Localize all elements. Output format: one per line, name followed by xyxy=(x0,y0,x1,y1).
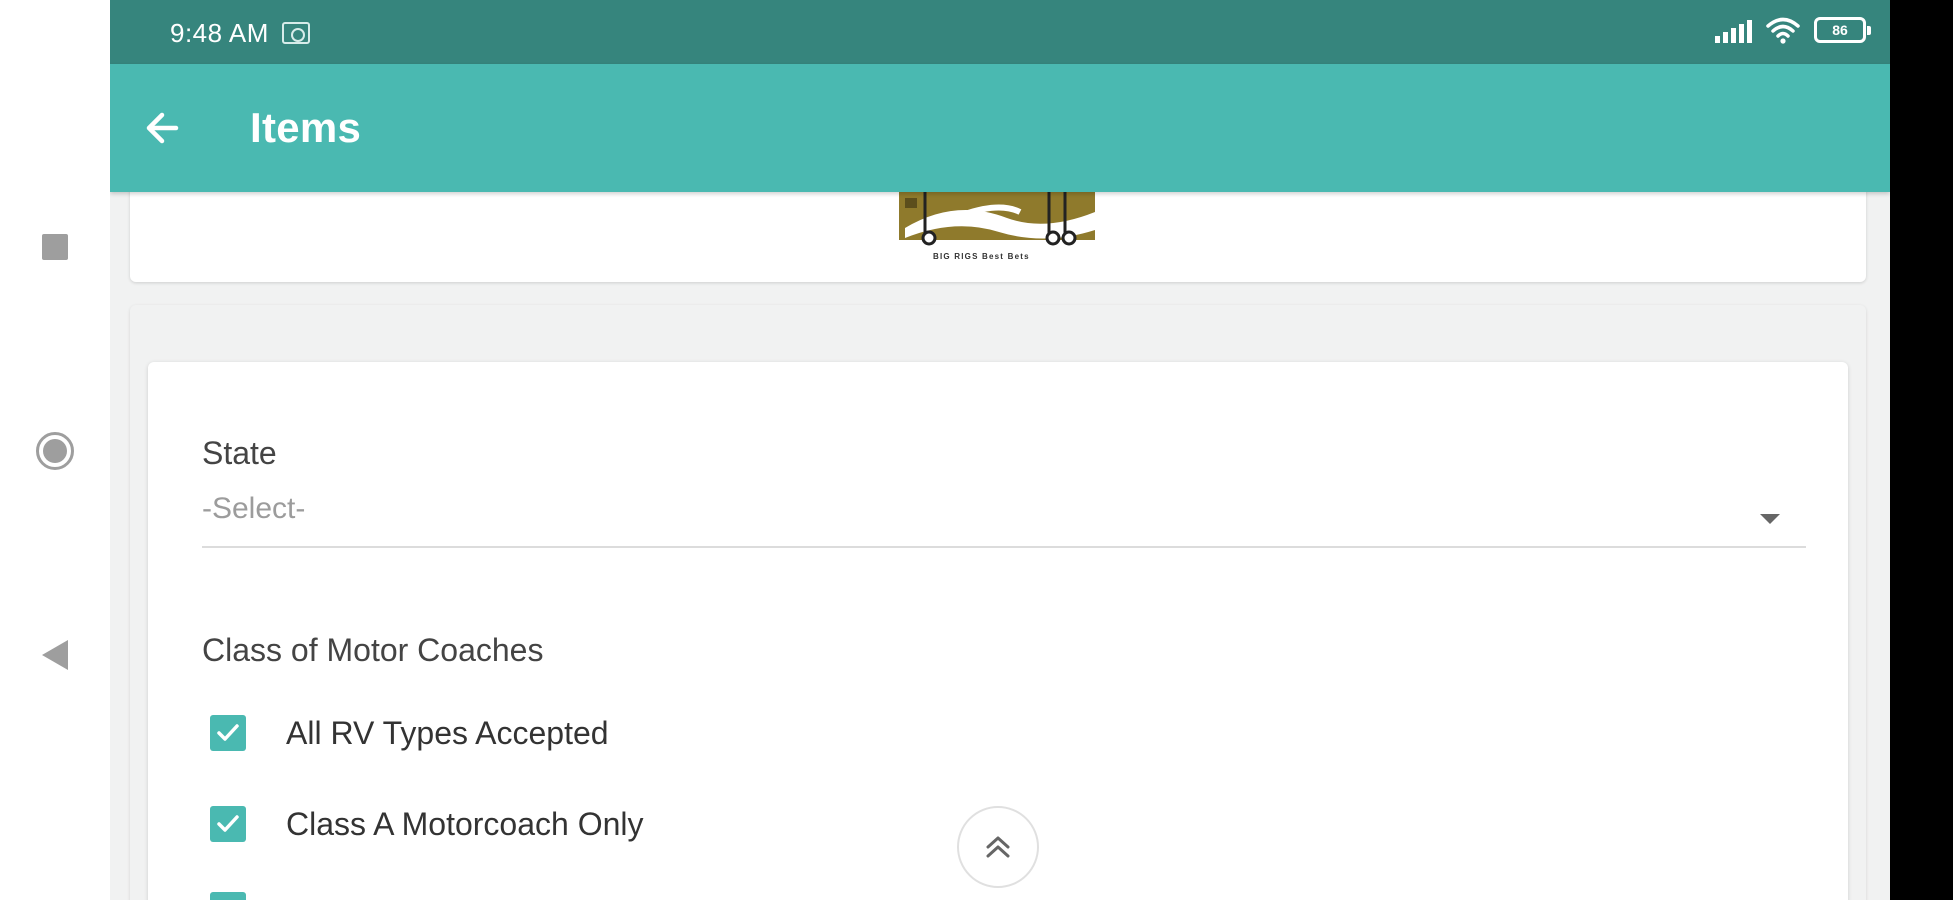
battery-icon: 86 xyxy=(1814,17,1871,43)
recents-square-icon xyxy=(42,234,68,260)
state-label: State xyxy=(202,435,277,471)
checkbox-label: All RV Types Accepted xyxy=(286,714,609,751)
state-dropdown-value: -Select- xyxy=(202,492,306,525)
status-bar: 9:48 AM 86 xyxy=(110,0,1890,64)
check-icon xyxy=(217,724,239,741)
page-title: Items xyxy=(250,104,362,151)
state-dropdown[interactable]: -Select- xyxy=(202,488,1806,548)
screen-edge xyxy=(1890,0,1953,900)
class-of-motor-coaches-label: Class of Motor Coaches xyxy=(202,632,544,668)
double-chevron-up-icon xyxy=(986,836,1010,858)
back-triangle-icon xyxy=(42,640,68,670)
checkbox-label: Class A Motorcoach Only xyxy=(286,805,644,842)
caret-down-icon xyxy=(1760,514,1780,524)
photo-icon xyxy=(282,22,310,44)
scroll-to-top-button[interactable] xyxy=(957,806,1039,888)
home-circle-icon xyxy=(36,432,74,470)
check-icon xyxy=(217,815,239,832)
checkbox-row-all-rv-types[interactable]: All RV Types Accepted xyxy=(210,711,609,755)
big-rigs-logo: BIG RIGS Best Bets xyxy=(895,192,1100,268)
wifi-icon xyxy=(1766,17,1800,44)
recents-button[interactable] xyxy=(30,222,80,272)
status-time: 9:48 AM xyxy=(170,18,269,48)
arrow-left-icon xyxy=(146,112,179,144)
checkbox-checked[interactable] xyxy=(210,806,246,842)
nav-back-button[interactable] xyxy=(30,630,80,680)
home-button[interactable] xyxy=(30,426,80,476)
checkbox-checked[interactable] xyxy=(210,715,246,751)
app-bar: Items xyxy=(110,64,1890,192)
navigation-rail xyxy=(0,0,110,900)
checkbox-row-class-a[interactable]: Class A Motorcoach Only xyxy=(210,802,643,846)
battery-level: 86 xyxy=(1832,22,1848,38)
back-button[interactable] xyxy=(134,100,190,156)
signal-icon xyxy=(1715,17,1752,43)
app-screen: 9:48 AM 86 Items BIG RIGS Best Bets Stat… xyxy=(110,0,1890,900)
checkbox-partial[interactable] xyxy=(210,892,246,900)
logo-caption: BIG RIGS Best Bets xyxy=(933,252,1030,261)
